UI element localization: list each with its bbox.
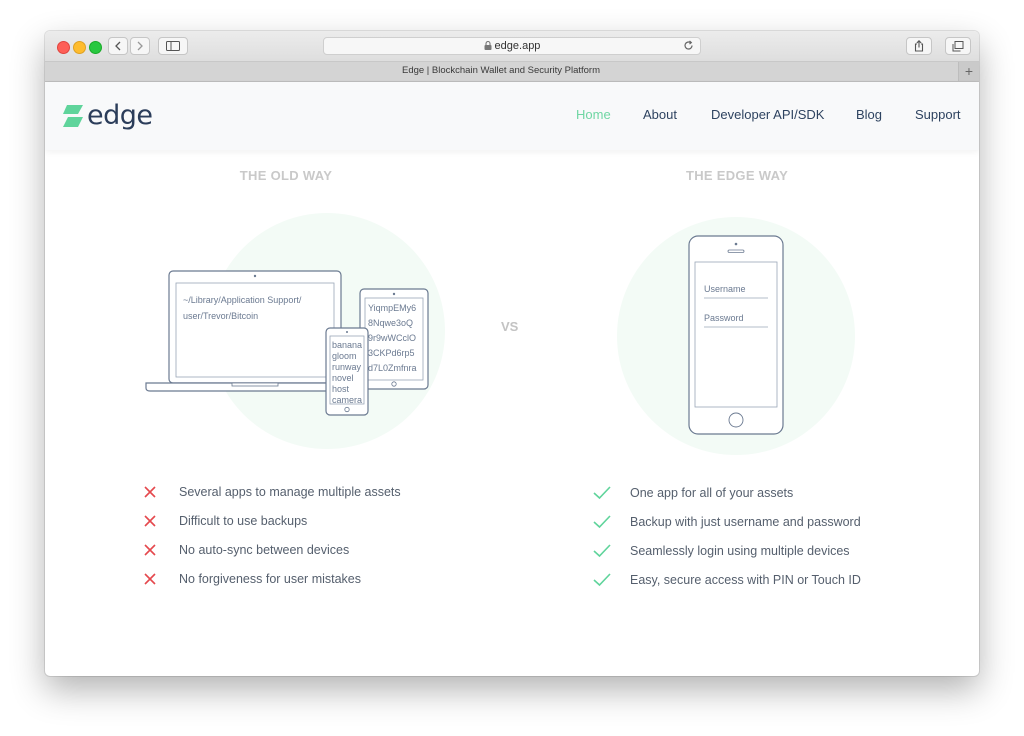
browser-window: edge.app Edge | Blockchain Wallet and Se… xyxy=(45,31,979,676)
tablet-key-line-5: d7L0Zmfnra xyxy=(368,363,417,373)
tab-bar: Edge | Blockchain Wallet and Security Pl… xyxy=(45,62,979,82)
seed-word-3: runway xyxy=(332,362,362,372)
back-button[interactable] xyxy=(108,37,128,55)
nav-blog[interactable]: Blog xyxy=(856,107,882,123)
url-display: edge.app xyxy=(324,40,700,53)
edge-way-item-2: Backup with just username and password xyxy=(630,515,861,529)
chevron-right-icon xyxy=(137,41,143,51)
forward-button[interactable] xyxy=(130,37,150,55)
lock-icon xyxy=(484,41,492,50)
old-way-item-1: Several apps to manage multiple assets xyxy=(179,485,401,499)
old-way-item-4: No forgiveness for user mistakes xyxy=(179,572,362,586)
edge-way-item-3: Seamlessly login using multiple devices xyxy=(630,544,850,558)
active-tab-title[interactable]: Edge | Blockchain Wallet and Security Pl… xyxy=(45,65,957,77)
close-window-button[interactable] xyxy=(57,41,70,54)
edge-way-illustration: Username Password xyxy=(688,235,784,435)
fullscreen-window-button[interactable] xyxy=(89,41,102,54)
tabs-icon xyxy=(952,40,964,51)
site-header: edge Home About Developer API/SDK Blog S… xyxy=(45,82,979,150)
edge-way-item-4: Easy, secure access with PIN or Touch ID xyxy=(630,573,861,587)
tablet-key-line-3: 9r9wWCclO xyxy=(368,333,416,343)
reload-icon[interactable] xyxy=(683,40,694,51)
tablet-key-line-2: 8Nqwe3oQ xyxy=(368,318,413,328)
old-way-item-3: No auto-sync between devices xyxy=(179,543,350,557)
nav-support[interactable]: Support xyxy=(915,107,961,123)
seed-word-1: banana xyxy=(332,340,362,350)
nav-home[interactable]: Home xyxy=(576,107,611,123)
check-icon xyxy=(593,515,611,529)
check-icon xyxy=(593,544,611,558)
browser-toolbar: edge.app xyxy=(45,31,979,62)
cross-icon xyxy=(144,573,156,585)
address-bar[interactable]: edge.app xyxy=(323,37,701,55)
site-logo[interactable]: edge xyxy=(63,102,153,130)
logo-text: edge xyxy=(87,100,153,131)
share-button[interactable] xyxy=(906,37,932,55)
laptop-path-line2: user/Trevor/Bitcoin xyxy=(183,311,258,321)
new-tab-button[interactable]: + xyxy=(958,62,979,81)
cross-icon xyxy=(144,486,156,498)
nav-developer-api[interactable]: Developer API/SDK xyxy=(711,107,824,123)
sidebar-icon xyxy=(166,41,180,51)
laptop-path-line1: ~/Library/Application Support/ xyxy=(183,295,302,305)
nav-about[interactable]: About xyxy=(643,107,677,123)
check-icon xyxy=(593,573,611,587)
chevron-left-icon xyxy=(115,41,121,51)
share-icon xyxy=(914,40,924,52)
edge-way-item-1: One app for all of your assets xyxy=(630,486,794,500)
old-way-item-2: Difficult to use backups xyxy=(179,514,308,528)
sidebar-button[interactable] xyxy=(158,37,188,55)
old-way-illustration: ~/Library/Application Support/ user/Trev… xyxy=(145,270,429,416)
seed-word-5: host xyxy=(332,384,350,394)
url-text: edge.app xyxy=(494,40,541,52)
seed-word-2: gloom xyxy=(332,351,357,361)
edge-logo-icon xyxy=(63,105,83,127)
minimize-window-button[interactable] xyxy=(73,41,86,54)
tablet-key-line-1: YiqmpEMy6 xyxy=(368,303,416,313)
username-field-label: Username xyxy=(704,284,746,294)
cross-icon xyxy=(144,544,156,556)
check-icon xyxy=(593,486,611,500)
seed-word-6: camera xyxy=(332,395,362,405)
cross-icon xyxy=(144,515,156,527)
seed-word-4: novel xyxy=(332,373,354,383)
vs-label: VS xyxy=(501,319,519,334)
tabs-overview-button[interactable] xyxy=(945,37,971,55)
old-way-title: THE OLD WAY xyxy=(239,168,333,183)
tablet-key-line-4: 3CKPd6rp5 xyxy=(368,348,415,358)
password-field-label: Password xyxy=(704,313,744,323)
edge-way-title: THE EDGE WAY xyxy=(685,168,789,183)
